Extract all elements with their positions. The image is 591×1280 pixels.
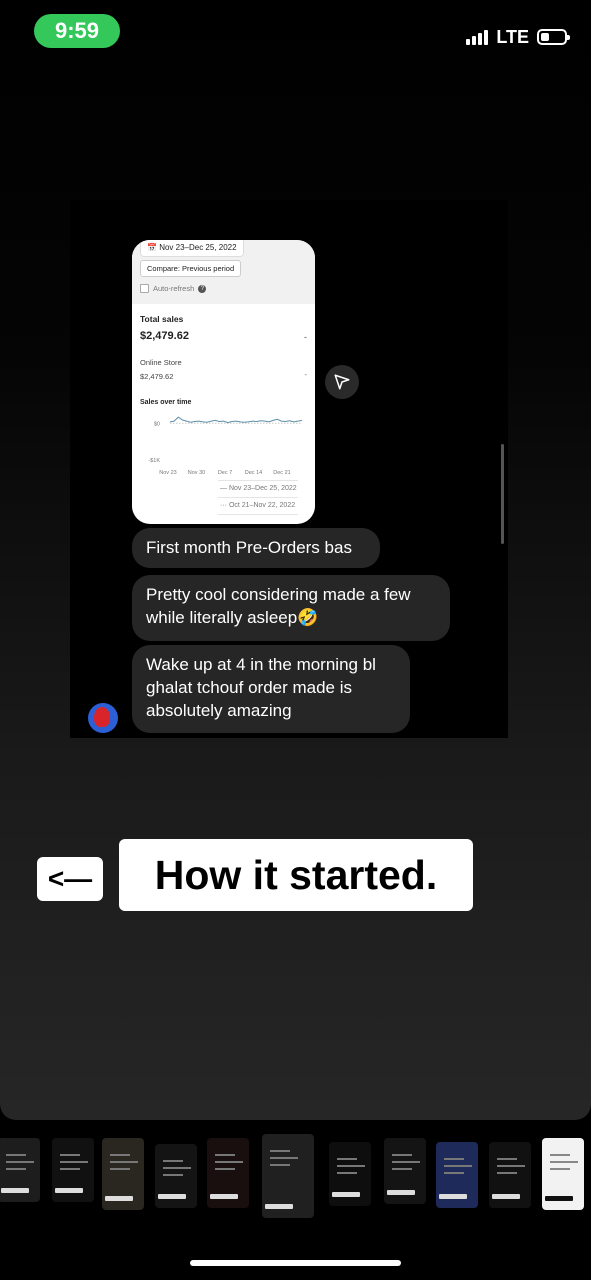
send-icon <box>334 374 350 390</box>
x-tick-label: Dec 7 <box>218 470 232 476</box>
story-thumbnail[interactable] <box>262 1134 314 1218</box>
story-thumbnail-strip[interactable] <box>0 1134 591 1218</box>
legend-current: — Nov 23–Dec 25, 2022 <box>218 481 298 498</box>
auto-refresh-row: Auto-refresh ? <box>140 284 207 293</box>
y-tick-label: -$1K <box>148 458 160 464</box>
story-thumbnail[interactable] <box>542 1138 584 1210</box>
story-frame[interactable]: 9:59 LTE 📅 Nov 23–Dec 25, 2022 Compare: … <box>0 0 591 1120</box>
auto-refresh-label: Auto-refresh <box>153 284 195 293</box>
date-range: 📅 Nov 23–Dec 25, 2022 <box>140 240 244 257</box>
story-thumbnail[interactable] <box>207 1138 249 1208</box>
shared-analytics-card[interactable]: 📅 Nov 23–Dec 25, 2022 Compare: Previous … <box>132 240 315 524</box>
chart-title: Sales over time <box>140 399 192 406</box>
y-tick-label: $0 <box>154 421 160 427</box>
story-thumbnail[interactable] <box>489 1142 531 1208</box>
story-thumbnail[interactable] <box>0 1138 40 1202</box>
battery-icon <box>537 29 570 45</box>
total-sales-value: $2,479.62 <box>140 330 189 342</box>
sales-line-chart: $0 -$1K Nov 23 Nov 30 Dec 7 Dec 14 Dec 21 <box>148 416 303 476</box>
story-thumbnail[interactable] <box>436 1142 478 1208</box>
network-type: LTE <box>496 26 529 47</box>
x-tick-label: Nov 23 <box>159 470 176 476</box>
story-thumbnail[interactable] <box>52 1138 94 1202</box>
x-tick-label: Dec 14 <box>245 470 262 476</box>
channel-value: $2,479.62 <box>140 372 174 381</box>
message-bubble[interactable]: Pretty cool considering made a few while… <box>132 575 450 641</box>
avatar[interactable] <box>88 703 118 733</box>
status-indicators: LTE <box>466 24 570 50</box>
chart-legend: — Nov 23–Dec 25, 2022 ··· Oct 21–Nov 22,… <box>218 480 298 515</box>
total-sales-label: Total sales <box>140 314 184 324</box>
checkbox-icon <box>140 284 149 293</box>
home-indicator[interactable] <box>190 1260 401 1266</box>
compare-button: Compare: Previous period <box>140 260 242 277</box>
story-thumbnail[interactable] <box>329 1142 371 1206</box>
total-sales-change: - <box>304 332 307 342</box>
signal-bars-icon <box>466 29 489 45</box>
caption-sticker: How it started. <box>119 839 473 911</box>
story-thumbnail[interactable] <box>102 1138 144 1210</box>
share-button[interactable] <box>325 365 359 399</box>
series-line <box>169 416 303 424</box>
channel-change: - <box>304 370 307 379</box>
message-bubble[interactable]: First month Pre-Orders bas <box>132 528 380 568</box>
message-bubble[interactable]: Wake up at 4 in the morning bl ghalat tc… <box>132 645 410 733</box>
story-thumbnail[interactable] <box>384 1138 426 1204</box>
channel-label: Online Store <box>140 358 182 367</box>
legend-previous: ··· Oct 21–Nov 22, 2022 <box>218 498 298 515</box>
x-tick-label: Nov 30 <box>188 470 205 476</box>
story-thumbnail[interactable] <box>155 1144 197 1208</box>
scrollbar <box>501 444 504 544</box>
status-time: 9:59 <box>34 14 120 48</box>
x-tick-label: Dec 21 <box>273 470 290 476</box>
help-icon: ? <box>198 284 207 293</box>
back-arrow-sticker: <— <box>37 857 103 901</box>
dm-screenshot: 📅 Nov 23–Dec 25, 2022 Compare: Previous … <box>70 200 508 738</box>
